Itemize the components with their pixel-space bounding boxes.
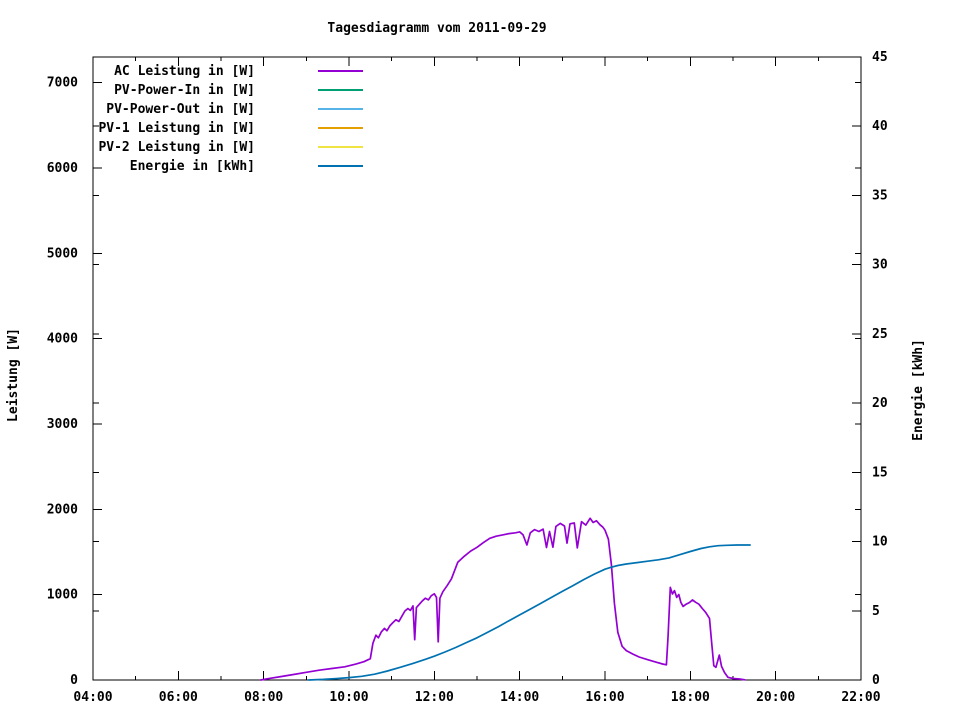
y-left-tick-label: 0 xyxy=(70,673,78,688)
y-right-tick-label: 15 xyxy=(872,465,888,480)
x-tick-label: 20:00 xyxy=(756,690,795,705)
x-tick-label: 04:00 xyxy=(73,690,112,705)
y-right-tick-label: 10 xyxy=(872,535,888,550)
x-tick-label: 14:00 xyxy=(500,690,539,705)
y-right-tick-label: 35 xyxy=(872,188,888,203)
legend-label-pv-power-out: PV-Power-Out in [W] xyxy=(106,102,255,117)
y-right-tick-label: 40 xyxy=(872,119,888,134)
x-tick-label: 06:00 xyxy=(159,690,198,705)
left-axis-title: Leistung [W] xyxy=(6,328,21,422)
y-right-tick-label: 30 xyxy=(872,258,888,273)
legend-label-pv1-leistung: PV-1 Leistung in [W] xyxy=(98,121,255,136)
y-left-tick-label: 6000 xyxy=(47,161,78,176)
legend-label-pv2-leistung: PV-2 Leistung in [W] xyxy=(98,140,255,155)
y-right-tick-label: 45 xyxy=(872,50,888,65)
x-tick-label: 16:00 xyxy=(585,690,624,705)
legend-label-pv-power-in: PV-Power-In in [W] xyxy=(114,83,255,98)
x-tick-label: 12:00 xyxy=(415,690,454,705)
y-right-tick-label: 20 xyxy=(872,396,888,411)
x-tick-label: 10:00 xyxy=(329,690,368,705)
x-tick-label: 08:00 xyxy=(244,690,283,705)
y-right-tick-label: 0 xyxy=(872,673,880,688)
series-line-ac-leistung-in-w- xyxy=(259,517,746,681)
legend-label-energie: Energie in [kWh] xyxy=(130,159,255,174)
y-right-tick-label: 5 xyxy=(872,604,880,619)
chart-canvas: Tagesdiagramm vom 2011-09-29 Leistung [W… xyxy=(0,0,960,720)
y-left-tick-label: 2000 xyxy=(47,502,78,517)
series-line-energie-in-kwh- xyxy=(307,544,751,681)
x-tick-label: 18:00 xyxy=(671,690,710,705)
x-tick-label: 22:00 xyxy=(841,690,880,705)
y-left-tick-label: 5000 xyxy=(47,246,78,261)
chart-title: Tagesdiagramm vom 2011-09-29 xyxy=(327,21,546,36)
legend: AC Leistung in [W] PV-Power-In in [W] PV… xyxy=(98,64,363,174)
right-axis-title: Energie [kWh] xyxy=(911,339,926,441)
y-left-tick-label: 1000 xyxy=(47,588,78,603)
data-series xyxy=(259,517,751,681)
y-left-tick-label: 3000 xyxy=(47,417,78,432)
y-right-tick-label: 25 xyxy=(872,327,888,342)
tagesdiagramm-plot: Tagesdiagramm vom 2011-09-29 Leistung [W… xyxy=(6,21,926,705)
y-left-tick-label: 7000 xyxy=(47,76,78,91)
legend-label-ac-leistung: AC Leistung in [W] xyxy=(114,64,255,79)
y-left-tick-label: 4000 xyxy=(47,332,78,347)
